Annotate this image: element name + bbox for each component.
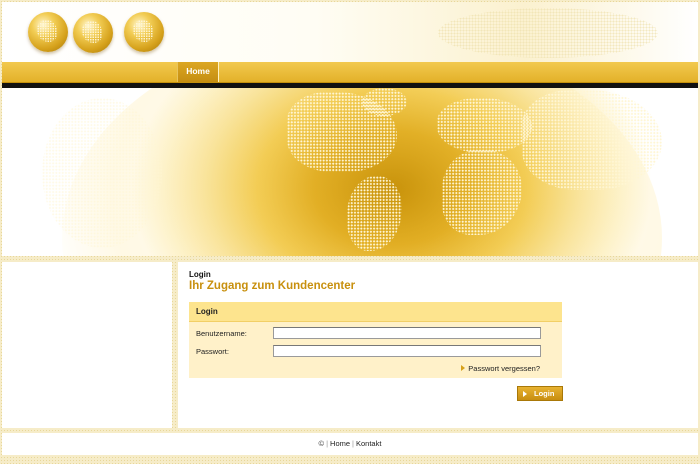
username-label: Benutzername: — [196, 329, 247, 338]
forgot-password-label: Passwort vergessen? — [468, 364, 540, 373]
footer-link-contact[interactable]: Kontakt — [356, 439, 381, 448]
banner-map-decoration — [438, 8, 658, 58]
login-button-label: Login — [534, 389, 555, 398]
globe-icon — [124, 12, 164, 52]
hero-world-map — [2, 88, 698, 256]
globe-icon — [28, 12, 68, 52]
triangle-right-icon — [461, 365, 466, 371]
triangle-right-icon — [523, 391, 527, 397]
username-input[interactable] — [273, 327, 541, 339]
left-sidebar — [2, 262, 172, 428]
page-frame: Home Login Ihr Zugang zum Kundencenter L… — [2, 2, 698, 462]
footer: © | Home | Kontakt — [2, 433, 698, 455]
footer-copyright: © — [318, 439, 325, 448]
login-panel-title: Login — [189, 302, 562, 322]
map-landmass — [522, 90, 662, 190]
footer-separator: | — [326, 439, 329, 448]
main-content: Login Ihr Zugang zum Kundencenter Login … — [178, 262, 698, 428]
footer-link-home[interactable]: Home — [330, 439, 350, 448]
password-label: Passwort: — [196, 347, 229, 356]
breadcrumb: Login — [189, 270, 211, 279]
footer-separator: | — [352, 439, 354, 448]
login-button[interactable]: Login — [517, 386, 563, 401]
globe-icon — [73, 13, 113, 53]
map-landmass — [42, 98, 162, 248]
password-input[interactable] — [273, 345, 541, 357]
main-navigation: Home — [2, 62, 698, 83]
forgot-password-link[interactable]: Passwort vergessen? — [461, 364, 540, 373]
page-title: Ihr Zugang zum Kundencenter — [189, 280, 356, 292]
map-landmass — [437, 98, 532, 153]
nav-item-home[interactable]: Home — [177, 62, 219, 82]
login-panel: Login Benutzername: Passwort: Passwort v… — [189, 302, 562, 378]
header-banner — [2, 2, 698, 62]
